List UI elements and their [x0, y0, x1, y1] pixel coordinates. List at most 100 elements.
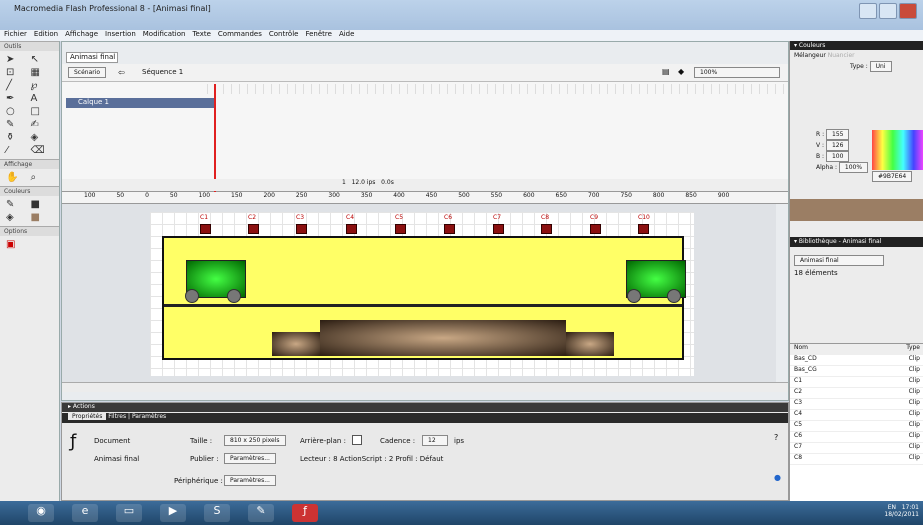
menu-fenetre[interactable]: Fenêtre	[305, 30, 331, 41]
r-input[interactable]: 155	[826, 129, 850, 140]
info-icon[interactable]: ●	[774, 473, 781, 482]
scene-button[interactable]: Scénario	[68, 67, 107, 78]
zoom-select[interactable]: 100%	[694, 67, 780, 78]
publish-settings-button[interactable]: Paramètres...	[224, 453, 276, 464]
list-item[interactable]: Bas_CD Clip	[790, 355, 923, 366]
list-item[interactable]: C4 Clip	[790, 410, 923, 421]
pencil-tool-icon[interactable]: ✎	[6, 119, 29, 130]
c3-button[interactable]	[296, 224, 307, 234]
system-clock[interactable]: EN 17:01 18/02/2011	[884, 504, 919, 518]
c7-button[interactable]	[493, 224, 504, 234]
colors-panel-header[interactable]: ▾ Couleurs	[790, 41, 923, 50]
stroke-swatch[interactable]: ■	[31, 199, 54, 210]
horizontal-scrollbar[interactable]	[62, 382, 788, 392]
menu-aide[interactable]: Aide	[339, 30, 354, 41]
brush-tool-icon[interactable]: ✍	[31, 119, 54, 130]
device-settings-button[interactable]: Paramètres...	[224, 475, 276, 486]
selection-tool-icon[interactable]: ➤	[6, 54, 29, 65]
zoom-tool-icon[interactable]: ⌕	[31, 172, 54, 183]
layer-row[interactable]: Calque 1	[66, 98, 214, 108]
stroke-color-icon[interactable]: ✎	[6, 199, 29, 210]
library-panel-header[interactable]: ▾ Bibliothèque - Animasi final	[790, 237, 923, 247]
alpha-input[interactable]: 100%	[838, 162, 869, 173]
tab-properties[interactable]: Propriétés	[68, 413, 107, 420]
c2-button[interactable]	[248, 224, 259, 234]
lasso-tool-icon[interactable]: ℘	[31, 80, 54, 91]
close-button[interactable]	[899, 3, 917, 19]
right-train[interactable]	[626, 260, 686, 303]
tab-mixer[interactable]: Mélangeur	[794, 52, 826, 59]
list-item[interactable]: Bas_CG Clip	[790, 366, 923, 377]
pen-tool-icon[interactable]: ✒	[6, 93, 29, 104]
fill-color-icon[interactable]: ◈	[6, 212, 29, 223]
tab-parameters[interactable]: Paramètres	[132, 413, 166, 420]
frame-ruler[interactable]	[207, 84, 787, 94]
menu-modification[interactable]: Modification	[143, 30, 186, 41]
text-tool-icon[interactable]: A	[31, 93, 54, 104]
menu-insertion[interactable]: Insertion	[105, 30, 136, 41]
start-orb-icon[interactable]: ◉	[28, 504, 54, 522]
menu-edition[interactable]: Edition	[34, 30, 58, 41]
c8-button[interactable]	[541, 224, 552, 234]
folder-icon[interactable]: ▭	[116, 504, 142, 522]
ie-icon[interactable]: e	[72, 504, 98, 522]
size-button[interactable]: 810 x 250 pixels	[224, 435, 286, 446]
list-item[interactable]: C1 Clip	[790, 377, 923, 388]
list-item[interactable]: C2 Clip	[790, 388, 923, 399]
hex-input[interactable]: #9B7E64	[872, 171, 913, 182]
type-select[interactable]: Uni	[869, 61, 892, 72]
c5-button[interactable]	[395, 224, 406, 234]
c4-button[interactable]	[346, 224, 357, 234]
subselect-tool-icon[interactable]: ↖	[31, 54, 54, 65]
fps-input[interactable]: 12	[422, 435, 448, 446]
stage[interactable]: C1 C2 C3 C4 C5 C6 C7 C8 C9 C10	[150, 212, 694, 376]
notepad-icon[interactable]: ✎	[248, 504, 274, 522]
actions-panel-header[interactable]: ▸ Actions	[62, 403, 788, 412]
menu-affichage[interactable]: Affichage	[65, 30, 98, 41]
media-player-icon[interactable]: ▶	[160, 504, 186, 522]
list-item[interactable]: C3 Clip	[790, 399, 923, 410]
help-icon[interactable]: ?	[774, 433, 778, 442]
c6-button[interactable]	[444, 224, 455, 234]
col-type[interactable]: Type	[906, 344, 920, 354]
bucket-tool-icon[interactable]: ◈	[31, 132, 54, 143]
document-tab[interactable]: Animasi final	[66, 52, 118, 63]
edit-scene-icon[interactable]: ▤	[662, 67, 670, 76]
menu-controle[interactable]: Contrôle	[269, 30, 299, 41]
maximize-button[interactable]	[879, 3, 897, 19]
color-picker-gradient[interactable]	[872, 130, 923, 170]
tab-filters[interactable]: Filtres	[108, 413, 126, 420]
menu-commandes[interactable]: Commandes	[218, 30, 262, 41]
hand-tool-icon[interactable]: ✋	[6, 172, 29, 183]
c9-button[interactable]	[590, 224, 601, 234]
eraser-tool-icon[interactable]: ⌫	[31, 145, 54, 156]
transform-tool-icon[interactable]: ⊡	[6, 67, 29, 78]
menu-fichier[interactable]: Fichier	[4, 30, 27, 41]
tab-swatches[interactable]: Nuancier	[828, 52, 855, 59]
list-item[interactable]: C5 Clip	[790, 421, 923, 432]
gradient-tool-icon[interactable]: ▦	[31, 67, 54, 78]
list-item[interactable]: C8 Clip	[790, 454, 923, 465]
c1-button[interactable]	[200, 224, 211, 234]
playhead[interactable]	[214, 84, 216, 192]
line-tool-icon[interactable]: ╱	[6, 80, 29, 91]
library-doc-select[interactable]: Animasi final	[794, 255, 884, 266]
g-input[interactable]: 126	[825, 140, 850, 151]
bg-color-swatch[interactable]	[352, 435, 362, 445]
eyedropper-tool-icon[interactable]: ⁄	[6, 145, 29, 156]
left-train[interactable]	[185, 260, 246, 303]
snap-magnet-icon[interactable]: ▣	[6, 239, 29, 250]
skype-icon[interactable]: S	[204, 504, 230, 522]
c10-button[interactable]	[638, 224, 649, 234]
minimize-button[interactable]	[859, 3, 877, 19]
oval-tool-icon[interactable]: ○	[6, 106, 29, 117]
back-arrow-icon[interactable]: ⇦	[118, 68, 125, 77]
fill-swatch[interactable]: ■	[31, 212, 54, 223]
inkbottle-tool-icon[interactable]: ⚱	[6, 132, 29, 143]
flash-app-icon[interactable]: ƒ	[292, 504, 318, 522]
lang-indicator[interactable]: EN	[888, 504, 896, 511]
list-item[interactable]: C7 Clip	[790, 443, 923, 454]
rect-tool-icon[interactable]: □	[31, 106, 54, 117]
col-name[interactable]: Nom	[794, 344, 808, 354]
edit-symbol-icon[interactable]: ◆	[678, 67, 684, 76]
